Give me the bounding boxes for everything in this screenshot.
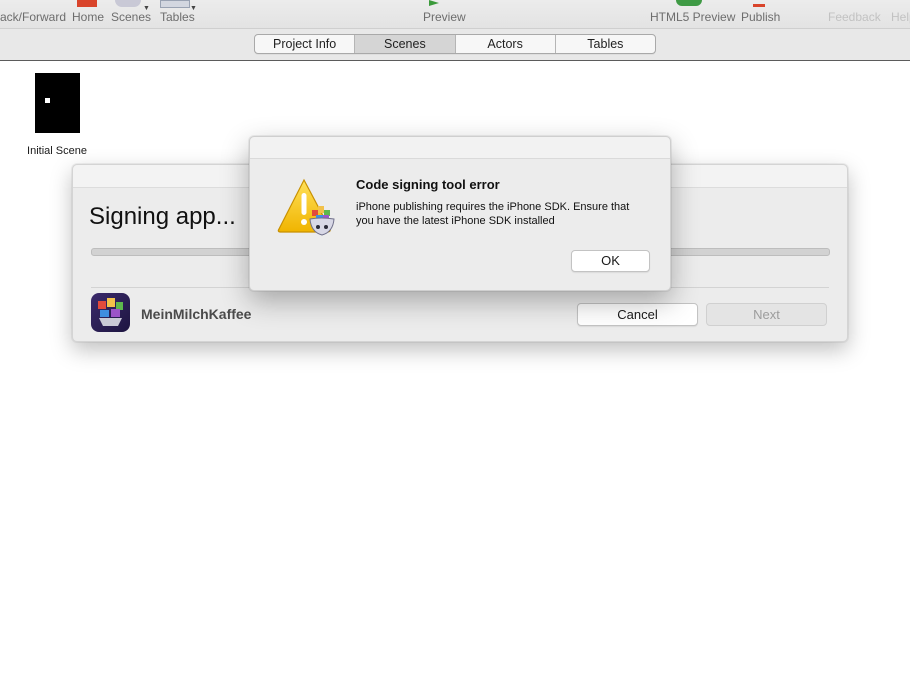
tab-project-info[interactable]: Project Info [255, 35, 356, 53]
tab-tables[interactable]: Tables [556, 35, 655, 53]
publish-button[interactable]: Publish [741, 4, 781, 24]
segmented-control: Project Info Scenes Actors Tables [254, 34, 656, 54]
scene-actor-dot [45, 98, 50, 103]
app-icon [91, 293, 130, 332]
next-button[interactable]: Next [706, 303, 827, 326]
publish-icon [753, 4, 765, 7]
play-icon [429, 0, 439, 6]
tables-button[interactable]: ▼ Tables [160, 0, 197, 24]
cancel-button[interactable]: Cancel [577, 303, 698, 326]
feedback-label: Feedback [828, 10, 881, 24]
scene-label: Initial Scene [27, 145, 87, 157]
help-button[interactable]: Help [891, 10, 910, 24]
preview-button[interactable]: Preview [423, 0, 466, 24]
html5-preview-icon [676, 0, 702, 6]
feedback-button[interactable]: Feedback [828, 10, 881, 24]
help-label: Help [891, 10, 910, 24]
signing-title: Signing app... [89, 203, 236, 230]
alert-titlebar [250, 137, 670, 159]
back-forward-button[interactable]: ack/Forward [0, 10, 66, 24]
chevron-down-icon: ▼ [190, 5, 197, 12]
preview-label: Preview [423, 10, 466, 24]
scene-thumbnail[interactable] [35, 73, 80, 133]
html5-preview-label: HTML5 Preview [650, 10, 736, 24]
error-alert: Code signing tool error iPhone publishin… [249, 136, 671, 291]
app-name: MeinMilchKaffee [141, 306, 252, 322]
tab-scenes[interactable]: Scenes [355, 35, 456, 53]
ok-button[interactable]: OK [571, 250, 650, 272]
toolbar: ack/Forward Home ▼ Scenes ▼ Tables Previ… [0, 0, 910, 29]
scenes-icon [115, 0, 141, 7]
alert-title: Code signing tool error [356, 177, 500, 192]
home-button[interactable]: Home [72, 0, 105, 24]
publish-label: Publish [741, 10, 781, 24]
tables-icon [160, 0, 190, 8]
warning-icon [275, 177, 341, 241]
scenes-button[interactable]: ▼ Scenes [111, 0, 151, 24]
home-label: Home [72, 10, 105, 24]
chevron-down-icon: ▼ [143, 5, 150, 12]
alert-message: iPhone publishing requires the iPhone SD… [356, 201, 630, 227]
tab-bar: Project Info Scenes Actors Tables [0, 29, 910, 61]
tab-actors[interactable]: Actors [456, 35, 556, 53]
html5-preview-button[interactable]: HTML5 Preview [650, 0, 736, 24]
home-icon [77, 0, 97, 7]
